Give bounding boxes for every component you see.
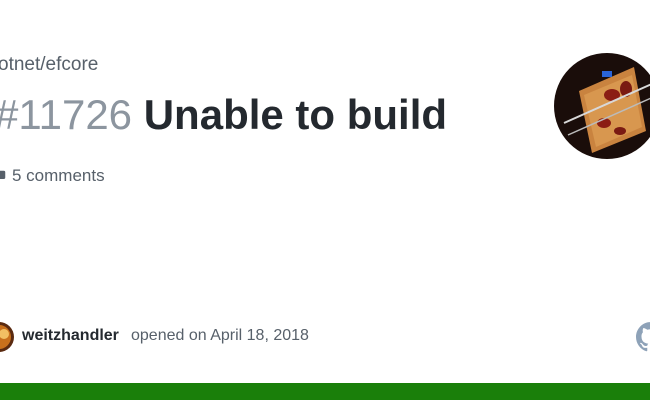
comment-count: 5 comments — [0, 166, 105, 186]
issue-meta: weitzhandler opened on April 18, 2018 — [0, 322, 650, 352]
author-avatar[interactable] — [0, 322, 14, 352]
issue-title: #11726 Unable to build — [0, 88, 447, 142]
github-logo-icon — [636, 322, 650, 352]
opened-date: opened on April 18, 2018 — [131, 327, 309, 344]
comment-icon — [0, 168, 6, 184]
accent-bar — [0, 383, 650, 400]
issue-number: #11726 — [0, 91, 133, 138]
comment-count-label: 5 comments — [12, 166, 105, 185]
repo-name[interactable]: otnet/efcore — [0, 54, 98, 76]
repo-owner-avatar[interactable] — [554, 53, 650, 159]
author-username[interactable]: weitzhandler — [22, 327, 119, 345]
issue-title-text: Unable to build — [143, 91, 448, 138]
